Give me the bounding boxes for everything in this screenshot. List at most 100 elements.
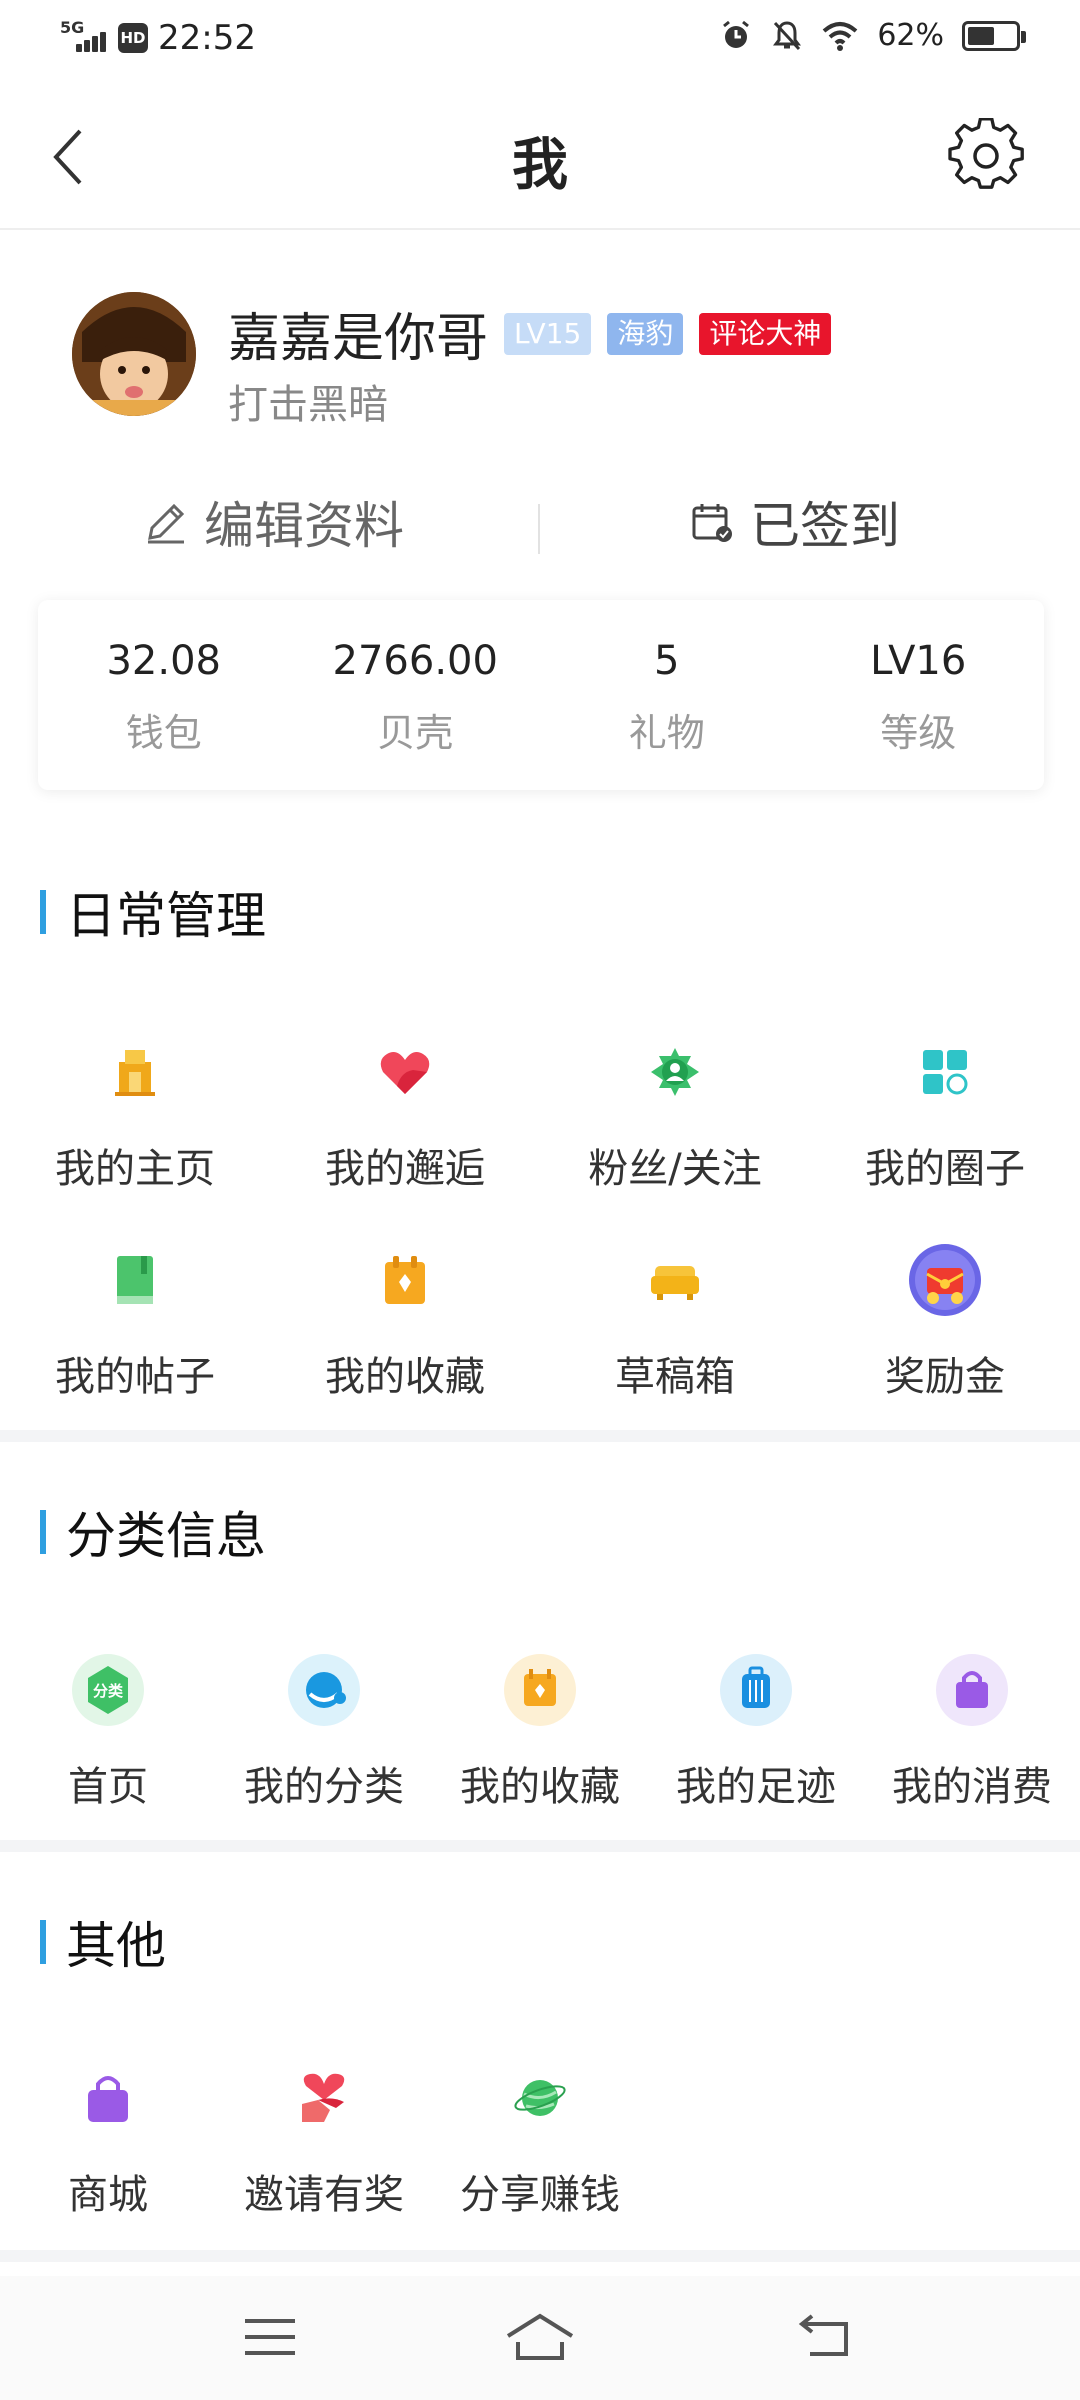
- grid-item-label: 首页: [68, 1764, 148, 1810]
- grid-item-label: 我的圈子: [865, 1146, 1025, 1192]
- stat-level[interactable]: LV16 等级: [793, 600, 1045, 790]
- user-line: 嘉嘉是你哥 LV15 海豹 评论大神: [228, 296, 832, 371]
- grid-item-shop[interactable]: 商城: [0, 2062, 216, 2220]
- stat-value: 2766.00: [332, 638, 498, 684]
- username: 嘉嘉是你哥: [228, 309, 489, 369]
- grid-item-my-spending[interactable]: 我的消费: [864, 1654, 1080, 1812]
- grid-item-category-home[interactable]: 分类 首页: [0, 1654, 216, 1812]
- reward-icon: [909, 1244, 981, 1316]
- grid-item-reward[interactable]: 奖励金: [810, 1244, 1080, 1402]
- section-separator: [0, 1430, 1080, 1442]
- user-signature: 打击黑暗: [228, 382, 388, 428]
- alarm-icon: [723, 20, 750, 48]
- comment-god-badge: 评论大神: [699, 312, 832, 355]
- stat-label: 贝壳: [377, 711, 454, 755]
- wifi-icon: [822, 21, 858, 51]
- fans-icon: [639, 1036, 711, 1108]
- stat-label: 礼物: [628, 711, 705, 755]
- section-separator: [0, 1840, 1080, 1852]
- grid-item-my-home[interactable]: 我的主页: [0, 1036, 270, 1194]
- grid-item-label: 我的收藏: [325, 1354, 485, 1400]
- level-badge: LV15: [504, 312, 592, 355]
- status-bar: 5G HD 22:52 62%: [0, 0, 1080, 84]
- home-button[interactable]: [500, 2302, 580, 2372]
- section-other-title: 其他: [40, 1906, 166, 1978]
- avatar[interactable]: [72, 292, 196, 416]
- favorite-icon: [369, 1244, 441, 1316]
- mute-icon: [773, 20, 802, 50]
- section-daily-title: 日常管理: [40, 876, 266, 948]
- grid-item-label: 分享赚钱: [460, 2172, 620, 2218]
- stat-label: 等级: [880, 711, 957, 755]
- circle-grid-icon: [909, 1036, 981, 1108]
- grid-item-my-posts[interactable]: 我的帖子: [0, 1244, 270, 1402]
- page-title: 我: [512, 133, 568, 198]
- grid-item-label: 我的消费: [892, 1764, 1052, 1810]
- grid-item-label: 我的足迹: [676, 1764, 836, 1810]
- stat-value: 32.08: [106, 638, 221, 684]
- menu-button[interactable]: [230, 2302, 310, 2372]
- grid-item-label: 奖励金: [885, 1354, 1005, 1400]
- calendar-check-icon: [692, 504, 732, 542]
- category-home-icon: 分类: [72, 1654, 144, 1726]
- signal-icon: 5G: [60, 18, 108, 58]
- clock: 22:52: [158, 18, 256, 58]
- section-separator: [0, 2250, 1080, 2262]
- section-title-text: 日常管理: [66, 887, 266, 945]
- sign-in-label: 已签到: [750, 497, 900, 555]
- edit-profile-label: 编辑资料: [204, 497, 404, 555]
- edit-profile-button[interactable]: 编辑资料: [144, 486, 404, 558]
- grid-item-share-earn[interactable]: 分享赚钱: [432, 2062, 648, 2220]
- grid-item-label: 我的邂逅: [325, 1146, 485, 1192]
- shop-icon: [72, 2062, 144, 2134]
- section-category-title: 分类信息: [40, 1496, 266, 1568]
- stat-shells[interactable]: 2766.00 贝壳: [290, 600, 542, 790]
- grid-item-my-category[interactable]: 我的分类: [216, 1654, 432, 1812]
- grid-item-category-favorites[interactable]: 我的收藏: [432, 1654, 648, 1812]
- battery-icon: [962, 20, 1026, 51]
- system-nav-bar: [0, 2276, 1080, 2400]
- grid-item-label: 草稿箱: [615, 1354, 735, 1400]
- grid-item-label: 商城: [68, 2172, 148, 2218]
- grid-item-label: 我的主页: [55, 1146, 215, 1192]
- grid-item-my-circle[interactable]: 我的圈子: [810, 1036, 1080, 1194]
- back-icon: [798, 2314, 848, 2356]
- section-accent: [40, 890, 46, 934]
- home-page-icon: [99, 1036, 171, 1108]
- chat-icon: [288, 1654, 360, 1726]
- sign-in-button[interactable]: 已签到: [690, 486, 900, 558]
- calendar-favorite-icon: [504, 1654, 576, 1726]
- network-type: 5G: [60, 18, 85, 37]
- share-icon: [504, 2062, 576, 2134]
- section-accent: [40, 1510, 46, 1554]
- gear-icon: [948, 118, 1024, 189]
- heart-icon: [369, 1036, 441, 1108]
- stats-card: 32.08 钱包 2766.00 贝壳 5 礼物 LV16 等级: [38, 600, 1044, 790]
- grid-item-encounter[interactable]: 我的邂逅: [270, 1036, 540, 1194]
- grid-item-my-footprints[interactable]: 我的足迹: [648, 1654, 864, 1812]
- grid-item-label: 我的帖子: [55, 1354, 215, 1400]
- stat-gifts[interactable]: 5 礼物: [541, 600, 793, 790]
- battery-level: [968, 26, 994, 45]
- stat-wallet[interactable]: 32.08 钱包: [38, 600, 290, 790]
- grid-item-invite[interactable]: 邀请有奖: [216, 2062, 432, 2220]
- luggage-icon: [720, 1654, 792, 1726]
- pencil-icon: [148, 503, 185, 544]
- back-nav-button[interactable]: [784, 2302, 864, 2372]
- profile-actions: 编辑资料 已签到: [0, 476, 1080, 576]
- grid-item-label: 我的分类: [244, 1764, 404, 1810]
- grid-item-fans-follow[interactable]: 粉丝/关注: [540, 1036, 810, 1194]
- grid-item-drafts[interactable]: 草稿箱: [540, 1244, 810, 1402]
- stat-label: 钱包: [125, 711, 202, 755]
- bag-icon: [936, 1654, 1008, 1726]
- profile-section: 嘉嘉是你哥 LV15 海豹 评论大神 打击黑暗: [0, 230, 1080, 430]
- book-icon: [99, 1244, 171, 1316]
- grid-item-my-favorites[interactable]: 我的收藏: [270, 1244, 540, 1402]
- battery-percent: 62%: [877, 18, 944, 53]
- section-accent: [40, 1920, 46, 1964]
- grid-item-label: 我的收藏: [460, 1764, 620, 1810]
- invite-icon: [288, 2062, 360, 2134]
- settings-button[interactable]: [944, 114, 1028, 198]
- category-home-glyph: 分类: [93, 1682, 124, 1700]
- stat-value: LV16: [870, 638, 967, 684]
